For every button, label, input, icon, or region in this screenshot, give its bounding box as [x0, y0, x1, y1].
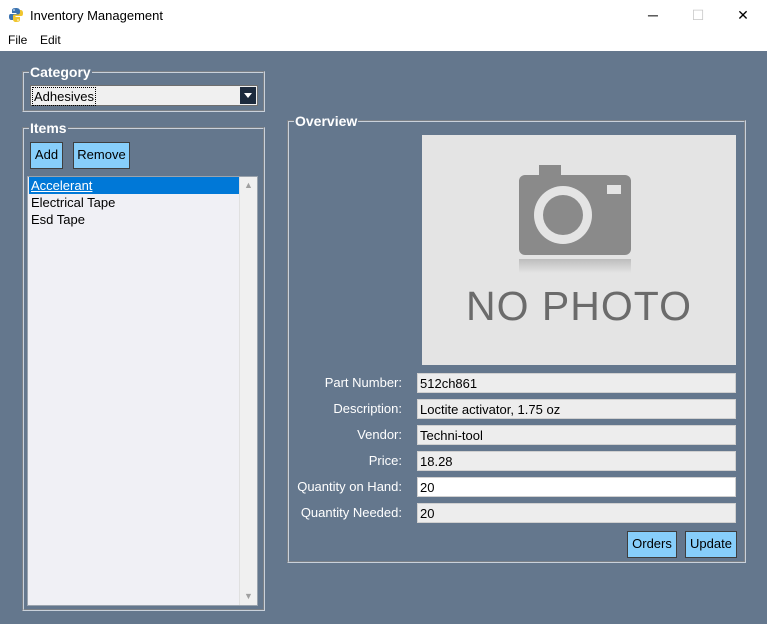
overview-group: Overview NO PHOTO Part Number: 512ch861 …: [287, 113, 746, 563]
scroll-up-icon[interactable]: ▲: [240, 177, 257, 194]
overview-label: Overview: [294, 113, 359, 129]
list-item[interactable]: Electrical Tape: [29, 194, 243, 211]
items-listbox[interactable]: Accelerant Electrical Tape Esd Tape ▲ ▼: [27, 176, 258, 606]
remove-button[interactable]: Remove: [73, 142, 130, 169]
price-label: Price:: [368, 453, 402, 468]
menu-edit[interactable]: Edit: [40, 33, 61, 47]
part-number-field[interactable]: 512ch861: [417, 373, 736, 393]
menu-bar: File Edit: [0, 30, 767, 50]
category-dropdown[interactable]: Adhesives: [30, 85, 258, 106]
menu-file[interactable]: File: [8, 33, 27, 47]
quantity-needed-field[interactable]: 20: [417, 503, 736, 523]
quantity-on-hand-label: Quantity on Hand:: [297, 479, 402, 494]
camera-reflection: [519, 259, 631, 273]
main-panel: Category Adhesives Items Add Remove Acce…: [0, 51, 767, 624]
quantity-needed-label: Quantity Needed:: [300, 505, 402, 520]
title-bar: Inventory Management ─ ☐ ✕: [0, 0, 767, 30]
part-number-label: Part Number:: [324, 375, 402, 390]
add-button[interactable]: Add: [30, 142, 63, 169]
camera-icon: [519, 165, 631, 255]
description-label: Description:: [333, 401, 402, 416]
vendor-label: Vendor:: [357, 427, 402, 442]
category-label: Category: [29, 64, 92, 80]
chevron-down-icon[interactable]: [240, 87, 256, 104]
minimize-button[interactable]: ─: [630, 0, 676, 30]
product-photo: NO PHOTO: [422, 135, 736, 365]
list-item[interactable]: Accelerant: [29, 177, 243, 194]
items-label: Items: [29, 120, 68, 136]
maximize-button[interactable]: ☐: [675, 0, 721, 30]
list-scrollbar[interactable]: ▲ ▼: [239, 177, 257, 605]
category-selected-value: Adhesives: [32, 87, 96, 106]
category-group: Category Adhesives: [22, 64, 265, 112]
python-icon: [9, 8, 23, 22]
update-button[interactable]: Update: [685, 531, 737, 558]
description-field[interactable]: Loctite activator, 1.75 oz: [417, 399, 736, 419]
close-button[interactable]: ✕: [720, 0, 766, 30]
list-item[interactable]: Esd Tape: [29, 211, 243, 228]
orders-button[interactable]: Orders: [627, 531, 677, 558]
vendor-field[interactable]: Techni-tool: [417, 425, 736, 445]
scroll-down-icon[interactable]: ▼: [240, 588, 257, 605]
no-photo-text: NO PHOTO: [466, 283, 692, 329]
quantity-on-hand-field[interactable]: 20: [417, 477, 736, 497]
window-title: Inventory Management: [30, 8, 163, 23]
items-group: Items Add Remove Accelerant Electrical T…: [22, 120, 265, 611]
price-field[interactable]: 18.28: [417, 451, 736, 471]
